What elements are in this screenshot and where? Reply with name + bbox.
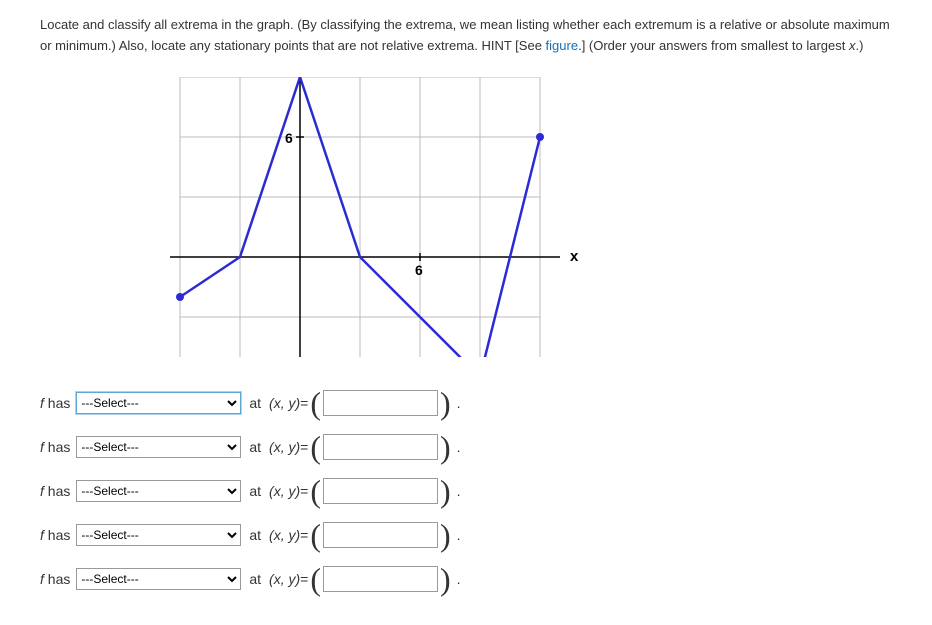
axes	[170, 77, 560, 357]
period: .	[457, 483, 461, 499]
f-has-label: f has	[40, 483, 70, 499]
at-label: at	[249, 527, 261, 543]
graph: 6 6 x y	[160, 77, 892, 360]
extremum-type-select[interactable]: ---Select---	[76, 436, 241, 458]
xy-label: (x, y)	[269, 571, 300, 587]
grid-lines	[180, 77, 540, 357]
period: .	[457, 527, 461, 543]
xy-label: (x, y)	[269, 483, 300, 499]
coordinate-input[interactable]	[323, 390, 438, 416]
equals-label: =	[300, 483, 308, 499]
equals-label: =	[300, 439, 308, 455]
x-axis-label: x	[570, 248, 579, 265]
xy-label: (x, y)	[269, 395, 300, 411]
extremum-type-select[interactable]: ---Select---	[76, 524, 241, 546]
question-part4: .)	[856, 38, 864, 53]
coordinate-input[interactable]	[323, 522, 438, 548]
right-paren: )	[440, 525, 451, 545]
period: .	[457, 395, 461, 411]
f-has-label: f has	[40, 571, 70, 587]
answer-row: f has ---Select--- at (x, y) = ().	[40, 566, 892, 592]
y-tick-6: 6	[285, 130, 293, 146]
coordinate-input[interactable]	[323, 434, 438, 460]
answer-row: f has ---Select--- at (x, y) = ().	[40, 522, 892, 548]
left-paren: (	[310, 525, 321, 545]
at-label: at	[249, 571, 261, 587]
question-text: Locate and classify all extrema in the g…	[40, 15, 892, 57]
f-has-label: f has	[40, 439, 70, 455]
extremum-type-select[interactable]: ---Select---	[76, 568, 241, 590]
xy-label: (x, y)	[269, 527, 300, 543]
coordinate-input[interactable]	[323, 566, 438, 592]
at-label: at	[249, 483, 261, 499]
answer-row: f has ---Select--- at (x, y) = ().	[40, 390, 892, 416]
left-paren: (	[310, 569, 321, 589]
question-part2: .] (Order your answers from smallest to …	[578, 38, 849, 53]
left-paren: (	[310, 481, 321, 501]
extremum-type-select[interactable]: ---Select---	[76, 392, 241, 414]
endpoint-right	[536, 133, 544, 141]
figure-link[interactable]: figure	[546, 38, 579, 53]
left-paren: (	[310, 393, 321, 413]
left-paren: (	[310, 437, 321, 457]
graph-svg: 6 6 x y	[160, 77, 580, 357]
f-has-label: f has	[40, 527, 70, 543]
right-paren: )	[440, 569, 451, 589]
period: .	[457, 571, 461, 587]
extremum-type-select[interactable]: ---Select---	[76, 480, 241, 502]
x-tick-6: 6	[415, 262, 423, 278]
answer-row: f has ---Select--- at (x, y) = ().	[40, 478, 892, 504]
at-label: at	[249, 395, 261, 411]
endpoint-left	[176, 293, 184, 301]
at-label: at	[249, 439, 261, 455]
xy-label: (x, y)	[269, 439, 300, 455]
coordinate-input[interactable]	[323, 478, 438, 504]
equals-label: =	[300, 571, 308, 587]
period: .	[457, 439, 461, 455]
f-has-label: f has	[40, 395, 70, 411]
right-paren: )	[440, 437, 451, 457]
answer-row: f has ---Select--- at (x, y) = ().	[40, 434, 892, 460]
right-paren: )	[440, 481, 451, 501]
answer-rows: f has ---Select--- at (x, y) = ().f has …	[40, 390, 892, 592]
right-paren: )	[440, 393, 451, 413]
equals-label: =	[300, 395, 308, 411]
equals-label: =	[300, 527, 308, 543]
